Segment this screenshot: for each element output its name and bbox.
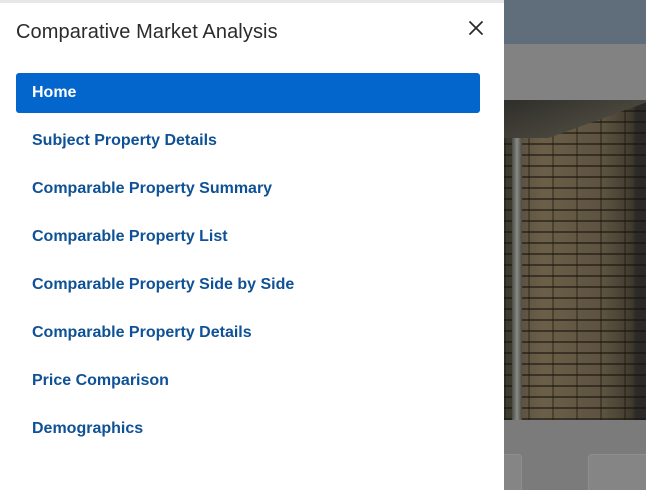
close-icon (469, 21, 483, 35)
nav-item-price-comparison[interactable]: Price Comparison (16, 361, 480, 401)
nav-item-subject-property-details[interactable]: Subject Property Details (16, 121, 480, 161)
nav-item-label: Comparable Property List (32, 228, 228, 245)
close-button[interactable] (464, 16, 488, 40)
property-photo-eave (504, 100, 646, 138)
nav-item-comparable-property-summary[interactable]: Comparable Property Summary (16, 169, 480, 209)
property-photo-downpipe (512, 100, 522, 420)
background-card (588, 454, 646, 490)
drawer-title: Comparative Market Analysis (16, 21, 278, 43)
nav-item-comparable-property-details[interactable]: Comparable Property Details (16, 313, 480, 353)
nav-item-label: Price Comparison (32, 372, 169, 389)
nav-item-label: Home (32, 84, 77, 101)
property-photo (504, 100, 646, 420)
nav-item-comparable-property-list[interactable]: Comparable Property List (16, 217, 480, 257)
nav-item-label: Comparable Property Side by Side (32, 276, 295, 293)
nav-item-label: Comparable Property Details (32, 324, 252, 341)
app-screen: Comparative Market Analysis Home Subject… (0, 0, 646, 490)
nav-item-comparable-property-side-by-side[interactable]: Comparable Property Side by Side (16, 265, 480, 305)
nav-item-label: Comparable Property Summary (32, 180, 273, 197)
navigation-drawer: Comparative Market Analysis Home Subject… (0, 0, 504, 490)
nav-item-label: Demographics (32, 420, 144, 437)
nav-item-home[interactable]: Home (16, 73, 480, 113)
nav-item-demographics[interactable]: Demographics (16, 409, 480, 449)
nav-item-label: Subject Property Details (32, 132, 217, 149)
drawer-nav-list: Home Subject Property Details Comparable… (16, 73, 480, 457)
